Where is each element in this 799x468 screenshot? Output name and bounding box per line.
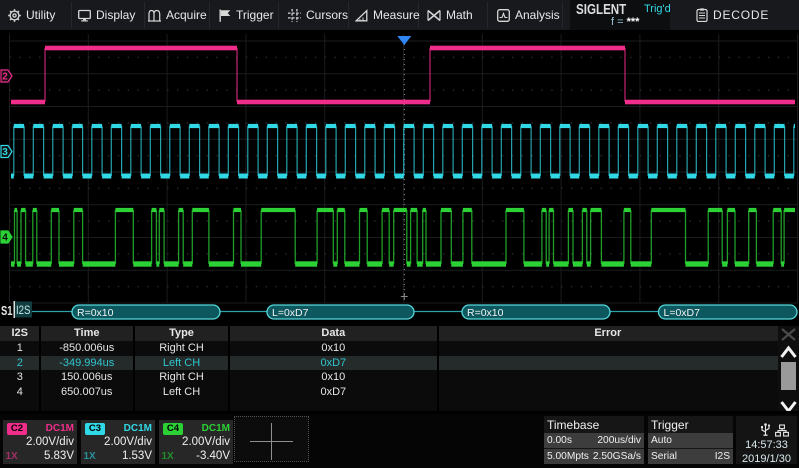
svg-text:S1: S1: [1, 304, 13, 318]
svg-text:3: 3: [2, 147, 8, 158]
svg-text:L=0xD7: L=0xD7: [272, 307, 309, 319]
svg-text:L=0xD7: L=0xD7: [664, 307, 701, 319]
svg-text:I2S: I2S: [16, 303, 31, 317]
svg-text:4: 4: [2, 233, 8, 244]
svg-text:R=0x10: R=0x10: [77, 307, 114, 319]
svg-text:R=0x10: R=0x10: [467, 307, 504, 319]
svg-text:2: 2: [2, 72, 8, 83]
